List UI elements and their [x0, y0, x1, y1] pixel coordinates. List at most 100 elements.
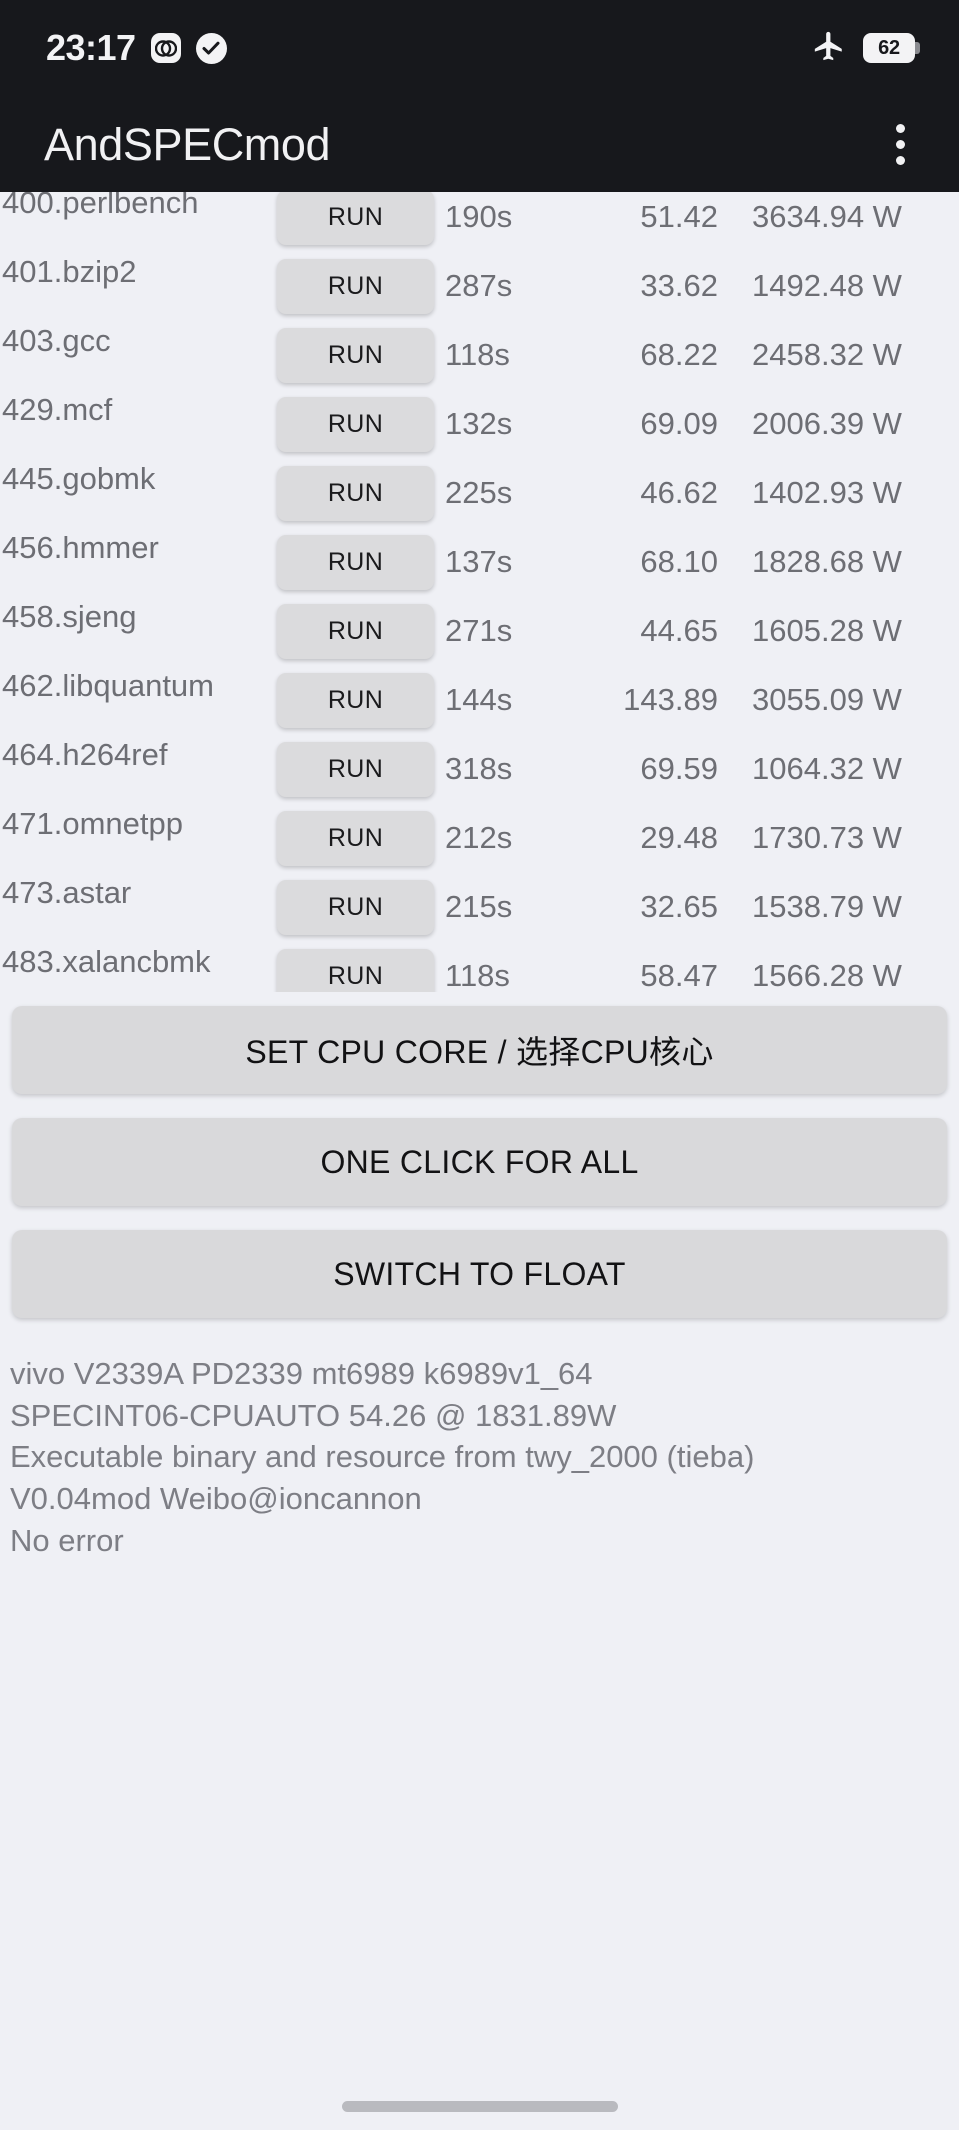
benchmark-name: 458.sjeng [2, 599, 137, 634]
run-button-cell: RUN [277, 880, 434, 935]
run-button-cell: RUN [277, 742, 434, 797]
action-buttons: SET CPU CORE / 选择CPU核心 ONE CLICK FOR ALL… [0, 992, 959, 1318]
navigation-bar [0, 2101, 959, 2112]
run-button[interactable]: RUN [277, 259, 434, 314]
table-row: 464.h264ref RUN 318s 69.59 1064.32 W [0, 735, 959, 804]
info-line: No error [10, 1522, 124, 1558]
run-button[interactable]: RUN [277, 949, 434, 992]
table-row: 403.gcc RUN 118s 68.22 2458.32 W [0, 321, 959, 390]
run-button[interactable]: RUN [277, 328, 434, 383]
airplane-icon [812, 29, 846, 68]
battery-indicator: 62 [863, 33, 920, 63]
check-circle-icon [195, 32, 227, 64]
info-line: SPECINT06-CPUAUTO 54.26 @ 1831.89W [10, 1397, 617, 1433]
benchmark-power: 1402.93 W [752, 475, 902, 511]
status-clock: 23:17 [46, 27, 136, 68]
table-row: 471.omnetpp RUN 212s 29.48 1730.73 W [0, 804, 959, 873]
info-line: V0.04mod Weibo@ioncannon [10, 1481, 422, 1517]
benchmark-score: 68.10 [640, 544, 718, 580]
run-button[interactable]: RUN [277, 742, 434, 797]
benchmark-power: 2006.39 W [752, 406, 902, 442]
benchmark-name: 401.bzip2 [2, 254, 137, 289]
table-row: 429.mcf RUN 132s 69.09 2006.39 W [0, 390, 959, 459]
benchmark-score: 33.62 [640, 268, 718, 304]
benchmark-time: 225s [445, 475, 513, 511]
run-button-cell: RUN [277, 259, 434, 314]
benchmark-time: 318s [445, 751, 513, 787]
benchmark-score: 69.59 [640, 751, 718, 787]
table-row: 483.xalancbmk RUN 118s 58.47 1566.28 W [0, 942, 959, 992]
benchmark-name: 400.perlbench [2, 192, 199, 220]
run-button[interactable]: RUN [277, 811, 434, 866]
benchmark-name: 462.libquantum [2, 668, 214, 703]
device-info-panel: vivo V2339A PD2339 mt6989 k6989v1_64 SPEC… [0, 1318, 959, 1560]
run-button-cell: RUN [277, 604, 434, 659]
run-button[interactable]: RUN [277, 192, 434, 245]
run-button-cell: RUN [277, 535, 434, 590]
benchmark-score: 143.89 [623, 682, 718, 718]
switch-to-float-button[interactable]: SWITCH TO FLOAT [12, 1230, 947, 1318]
benchmark-name: 445.gobmk [2, 461, 156, 496]
overflow-dot [896, 155, 905, 165]
run-button[interactable]: RUN [277, 535, 434, 590]
set-cpu-core-button[interactable]: SET CPU CORE / 选择CPU核心 [12, 1006, 947, 1094]
status-bar: 23:17 62 [0, 0, 959, 96]
overflow-dot [896, 139, 905, 149]
benchmark-score: 68.22 [640, 337, 718, 373]
benchmark-power: 1730.73 W [752, 820, 902, 856]
overflow-menu-icon[interactable] [890, 116, 911, 173]
table-row: 401.bzip2 RUN 287s 33.62 1492.48 W [0, 252, 959, 321]
run-button[interactable]: RUN [277, 466, 434, 521]
benchmark-power: 1064.32 W [752, 751, 902, 787]
table-row: 473.astar RUN 215s 32.65 1538.79 W [0, 873, 959, 942]
benchmark-list[interactable]: 400.perlbench RUN 190s 51.42 3634.94 W 401.bz… [0, 192, 959, 992]
run-button-cell: RUN [277, 466, 434, 521]
benchmark-name: 403.gcc [2, 323, 111, 358]
benchmark-score: 46.62 [640, 475, 718, 511]
benchmark-name: 464.h264ref [2, 737, 168, 772]
benchmark-time: 215s [445, 889, 513, 925]
run-button[interactable]: RUN [277, 397, 434, 452]
run-button[interactable]: RUN [277, 880, 434, 935]
benchmark-time: 212s [445, 820, 513, 856]
benchmark-power: 3055.09 W [752, 682, 902, 718]
benchmark-time: 132s [445, 406, 513, 442]
run-button[interactable]: RUN [277, 604, 434, 659]
benchmark-power: 2458.32 W [752, 337, 902, 373]
status-bar-left: 23:17 [46, 30, 227, 66]
benchmark-time: 137s [445, 544, 513, 580]
dual-sim-icon [150, 33, 181, 63]
run-button-cell: RUN [277, 397, 434, 452]
benchmark-name: 429.mcf [2, 392, 113, 427]
benchmark-score: 44.65 [640, 613, 718, 649]
app-bar: AndSPECmod [0, 96, 959, 192]
benchmark-score: 51.42 [640, 199, 718, 235]
table-row: 458.sjeng RUN 271s 44.65 1605.28 W [0, 597, 959, 666]
benchmark-name: 483.xalancbmk [2, 944, 211, 979]
app-title: AndSPECmod [44, 118, 331, 170]
info-line: vivo V2339A PD2339 mt6989 k6989v1_64 [10, 1356, 593, 1391]
run-button-cell: RUN [277, 328, 434, 383]
benchmark-score: 29.48 [640, 820, 718, 856]
benchmark-time: 118s [445, 337, 510, 373]
benchmark-power: 3634.94 W [752, 199, 902, 235]
benchmark-time: 190s [445, 199, 513, 235]
benchmark-time: 118s [445, 958, 510, 992]
benchmark-power: 1605.28 W [752, 613, 902, 649]
battery-level: 62 [878, 37, 900, 59]
run-button[interactable]: RUN [277, 673, 434, 728]
benchmark-power: 1566.28 W [752, 958, 902, 992]
benchmark-power: 1828.68 W [752, 544, 902, 580]
run-button-cell: RUN [277, 811, 434, 866]
benchmark-name: 456.hmmer [2, 530, 159, 565]
info-line: Executable binary and resource from twy_… [10, 1439, 755, 1475]
benchmark-score: 69.09 [640, 406, 718, 442]
benchmark-time: 287s [445, 268, 513, 304]
benchmark-time: 144s [445, 682, 513, 718]
app-root: 23:17 62 AndSPECmod 400.perlbench RUN 19… [0, 0, 959, 2130]
benchmark-score: 32.65 [640, 889, 718, 925]
home-gesture-pill[interactable] [341, 2101, 618, 2112]
benchmark-time: 271s [445, 613, 513, 649]
table-row: 445.gobmk RUN 225s 46.62 1402.93 W [0, 459, 959, 528]
one-click-for-all-button[interactable]: ONE CLICK FOR ALL [12, 1118, 947, 1206]
